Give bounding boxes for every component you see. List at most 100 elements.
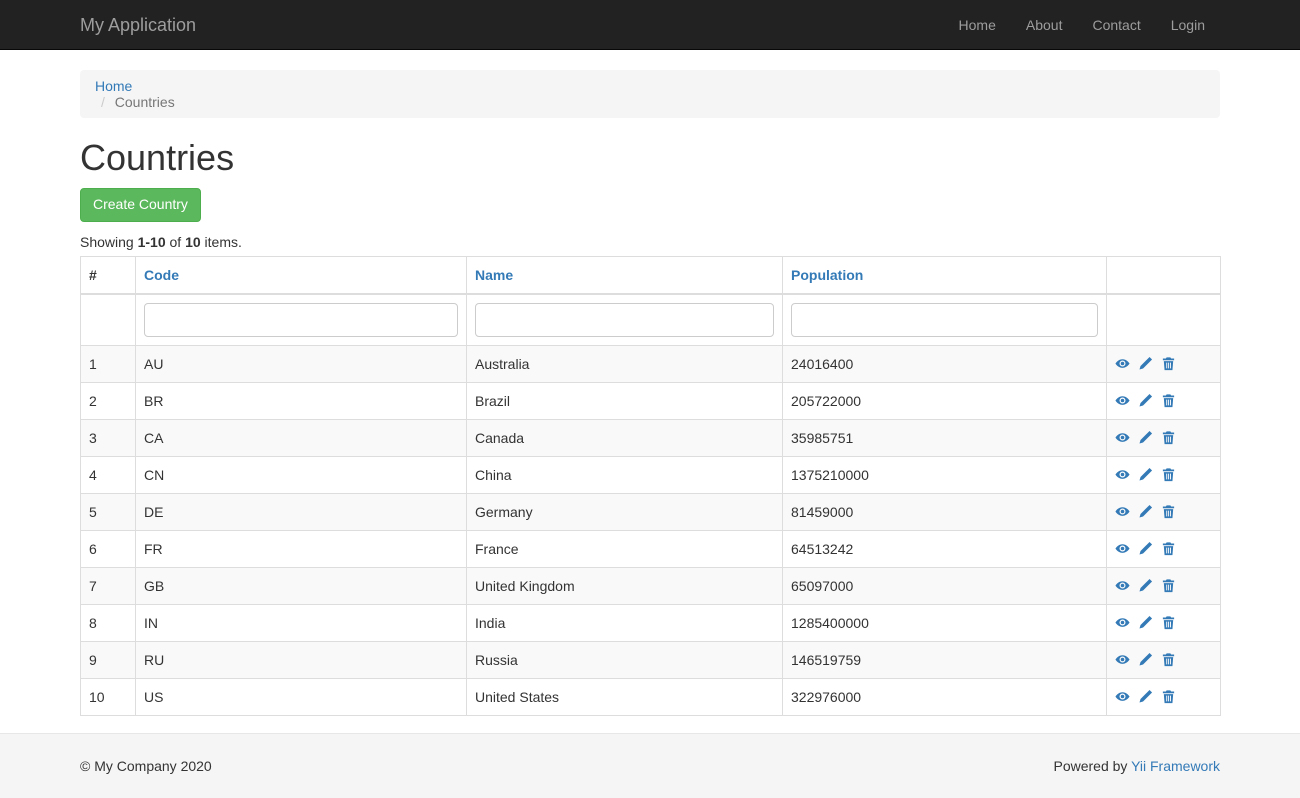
delete-button[interactable]: [1161, 613, 1176, 633]
breadcrumb-current: Countries: [115, 94, 175, 110]
trash-icon: [1161, 578, 1176, 594]
powered-by-text: Powered by: [1053, 758, 1131, 774]
view-button[interactable]: [1115, 502, 1130, 522]
update-button[interactable]: [1138, 650, 1153, 670]
footer-powered-by: Powered by Yii Framework: [1053, 758, 1220, 774]
update-button[interactable]: [1138, 465, 1153, 485]
table-row: 9 RU Russia 146519759: [81, 641, 1221, 678]
breadcrumb-home: Home: [95, 78, 1205, 94]
table-header-row: # Code Name Population: [81, 256, 1221, 294]
eye-icon: [1115, 541, 1130, 557]
breadcrumb-separator: /: [95, 94, 111, 110]
row-index: 7: [81, 567, 136, 604]
nav-item-contact: Contact: [1077, 0, 1155, 50]
create-row: Create Country: [80, 188, 1220, 222]
delete-button[interactable]: [1161, 354, 1176, 374]
code-filter-input[interactable]: [144, 303, 458, 337]
row-actions: [1107, 641, 1221, 678]
row-name: India: [467, 604, 783, 641]
row-actions: [1107, 678, 1221, 715]
breadcrumb: Home / Countries: [80, 70, 1220, 118]
row-population: 146519759: [783, 641, 1107, 678]
pencil-icon: [1138, 393, 1153, 409]
row-population: 65097000: [783, 567, 1107, 604]
nav-link-home[interactable]: Home: [944, 0, 1011, 50]
row-code: DE: [136, 493, 467, 530]
row-index: 2: [81, 382, 136, 419]
sort-code-link[interactable]: Code: [144, 267, 179, 283]
row-index: 8: [81, 604, 136, 641]
row-code: CA: [136, 419, 467, 456]
summary-suffix: items.: [201, 234, 242, 250]
table-row: 7 GB United Kingdom 65097000: [81, 567, 1221, 604]
view-button[interactable]: [1115, 576, 1130, 596]
update-button[interactable]: [1138, 428, 1153, 448]
nav-link-login[interactable]: Login: [1156, 0, 1220, 50]
update-button[interactable]: [1138, 391, 1153, 411]
filter-index-cell: [81, 294, 136, 346]
row-population: 205722000: [783, 382, 1107, 419]
table-row: 6 FR France 64513242: [81, 530, 1221, 567]
countries-table: # Code Name Population 1 AU Australia 24…: [80, 256, 1221, 716]
summary-total: 10: [185, 234, 201, 250]
view-button[interactable]: [1115, 354, 1130, 374]
brand-link[interactable]: My Application: [80, 0, 196, 50]
row-code: CN: [136, 456, 467, 493]
delete-button[interactable]: [1161, 502, 1176, 522]
row-actions: [1107, 567, 1221, 604]
delete-button[interactable]: [1161, 576, 1176, 596]
row-code: FR: [136, 530, 467, 567]
page-title: Countries: [80, 138, 1220, 178]
main-content: Home / Countries Countries Create Countr…: [0, 50, 1300, 733]
update-button[interactable]: [1138, 687, 1153, 707]
update-button[interactable]: [1138, 502, 1153, 522]
update-button[interactable]: [1138, 576, 1153, 596]
row-code: RU: [136, 641, 467, 678]
delete-button[interactable]: [1161, 539, 1176, 559]
view-button[interactable]: [1115, 391, 1130, 411]
trash-icon: [1161, 652, 1176, 668]
delete-button[interactable]: [1161, 428, 1176, 448]
create-country-button[interactable]: Create Country: [80, 188, 201, 222]
view-button[interactable]: [1115, 428, 1130, 448]
trash-icon: [1161, 393, 1176, 409]
sort-population-link[interactable]: Population: [791, 267, 863, 283]
delete-button[interactable]: [1161, 650, 1176, 670]
view-button[interactable]: [1115, 613, 1130, 633]
delete-button[interactable]: [1161, 391, 1176, 411]
row-population: 64513242: [783, 530, 1107, 567]
nav-link-contact[interactable]: Contact: [1077, 0, 1155, 50]
update-button[interactable]: [1138, 539, 1153, 559]
row-name: United Kingdom: [467, 567, 783, 604]
pencil-icon: [1138, 615, 1153, 631]
pencil-icon: [1138, 430, 1153, 446]
row-name: Germany: [467, 493, 783, 530]
delete-button[interactable]: [1161, 687, 1176, 707]
view-button[interactable]: [1115, 465, 1130, 485]
population-filter-input[interactable]: [791, 303, 1098, 337]
view-button[interactable]: [1115, 687, 1130, 707]
pencil-icon: [1138, 467, 1153, 483]
row-index: 1: [81, 345, 136, 382]
eye-icon: [1115, 467, 1130, 483]
row-name: Russia: [467, 641, 783, 678]
row-name: Brazil: [467, 382, 783, 419]
table-row: 2 BR Brazil 205722000: [81, 382, 1221, 419]
row-actions: [1107, 419, 1221, 456]
yii-framework-link[interactable]: Yii Framework: [1131, 758, 1220, 774]
update-button[interactable]: [1138, 354, 1153, 374]
name-filter-input[interactable]: [475, 303, 774, 337]
pencil-icon: [1138, 652, 1153, 668]
sort-name-link[interactable]: Name: [475, 267, 513, 283]
nav-link-about[interactable]: About: [1011, 0, 1078, 50]
update-button[interactable]: [1138, 613, 1153, 633]
table-row: 5 DE Germany 81459000: [81, 493, 1221, 530]
breadcrumb-home-link[interactable]: Home: [95, 78, 132, 94]
footer-copyright: © My Company 2020: [80, 758, 212, 774]
delete-button[interactable]: [1161, 465, 1176, 485]
breadcrumb-current-label: Countries: [115, 94, 175, 110]
view-button[interactable]: [1115, 539, 1130, 559]
row-population: 1285400000: [783, 604, 1107, 641]
view-button[interactable]: [1115, 650, 1130, 670]
row-actions: [1107, 530, 1221, 567]
